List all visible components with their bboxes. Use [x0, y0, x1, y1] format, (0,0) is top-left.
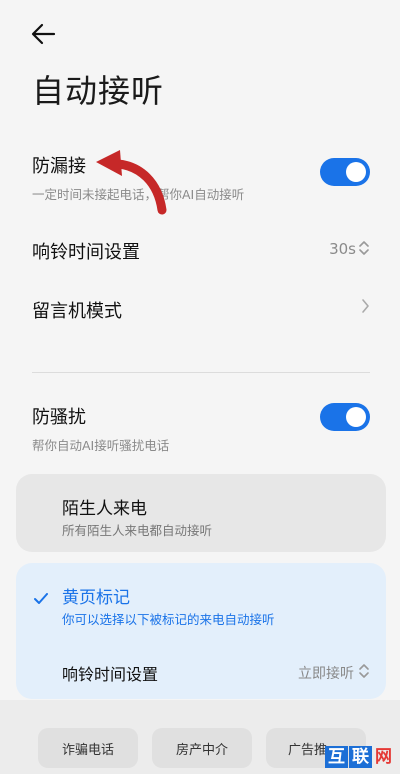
- stranger-calls-option[interactable]: 陌生人来电 所有陌生人来电都自动接听: [16, 474, 386, 552]
- leak-protection-subtitle: 一定时间未接起电话，帮你AI自动接听: [32, 187, 245, 202]
- yellow-ring-time-value: 立即接听: [298, 666, 354, 682]
- checkmark-icon: [34, 593, 48, 604]
- tag-real-estate[interactable]: 房产中介: [152, 728, 252, 768]
- yellow-pages-option[interactable]: 黄页标记 你可以选择以下被标记的来电自动接听 响铃时间设置 立即接听: [16, 563, 386, 699]
- toggle-knob: [346, 407, 366, 427]
- leak-protection-toggle[interactable]: [320, 158, 370, 186]
- yellow-pages-subtitle: 你可以选择以下被标记的来电自动接听: [62, 612, 275, 627]
- annotation-arrow-icon: [96, 150, 167, 215]
- ring-time-row[interactable]: 响铃时间设置: [32, 238, 370, 264]
- tag-fraud[interactable]: 诈骗电话: [38, 728, 138, 768]
- chevron-right-icon: [362, 299, 369, 313]
- stranger-calls-title: 陌生人来电: [62, 499, 147, 519]
- anti-harassment-subtitle: 帮你自动AI接听骚扰电话: [32, 438, 170, 453]
- updown-chevron-icon: [359, 241, 369, 255]
- page-title: 自动接听: [32, 72, 165, 110]
- watermark-char: 网: [375, 747, 392, 767]
- anti-harassment-toggle[interactable]: [320, 403, 370, 431]
- ring-time-value: 30s: [329, 240, 356, 258]
- leak-protection-row[interactable]: 防漏接 一定时间未接起电话，帮你AI自动接听: [32, 152, 370, 203]
- stranger-calls-subtitle: 所有陌生人来电都自动接听: [62, 523, 213, 538]
- watermark-logo: 互 联 网: [325, 746, 394, 768]
- voicemail-mode-label: 留言机模式: [32, 301, 122, 322]
- back-button[interactable]: [28, 20, 58, 48]
- voicemail-mode-row[interactable]: 留言机模式: [32, 297, 370, 323]
- anti-harassment-row[interactable]: 防骚扰 帮你自动AI接听骚扰电话: [32, 403, 370, 454]
- watermark-char: 联: [349, 746, 372, 768]
- watermark-char: 互: [325, 746, 348, 768]
- updown-chevron-icon: [359, 664, 369, 678]
- yellow-pages-title: 黄页标记: [62, 588, 130, 608]
- yellow-ring-time-label[interactable]: 响铃时间设置: [62, 661, 158, 685]
- ring-time-label: 响铃时间设置: [32, 242, 140, 263]
- toggle-knob: [346, 162, 366, 182]
- arrow-left-icon: [31, 23, 56, 45]
- section-divider: [32, 372, 370, 373]
